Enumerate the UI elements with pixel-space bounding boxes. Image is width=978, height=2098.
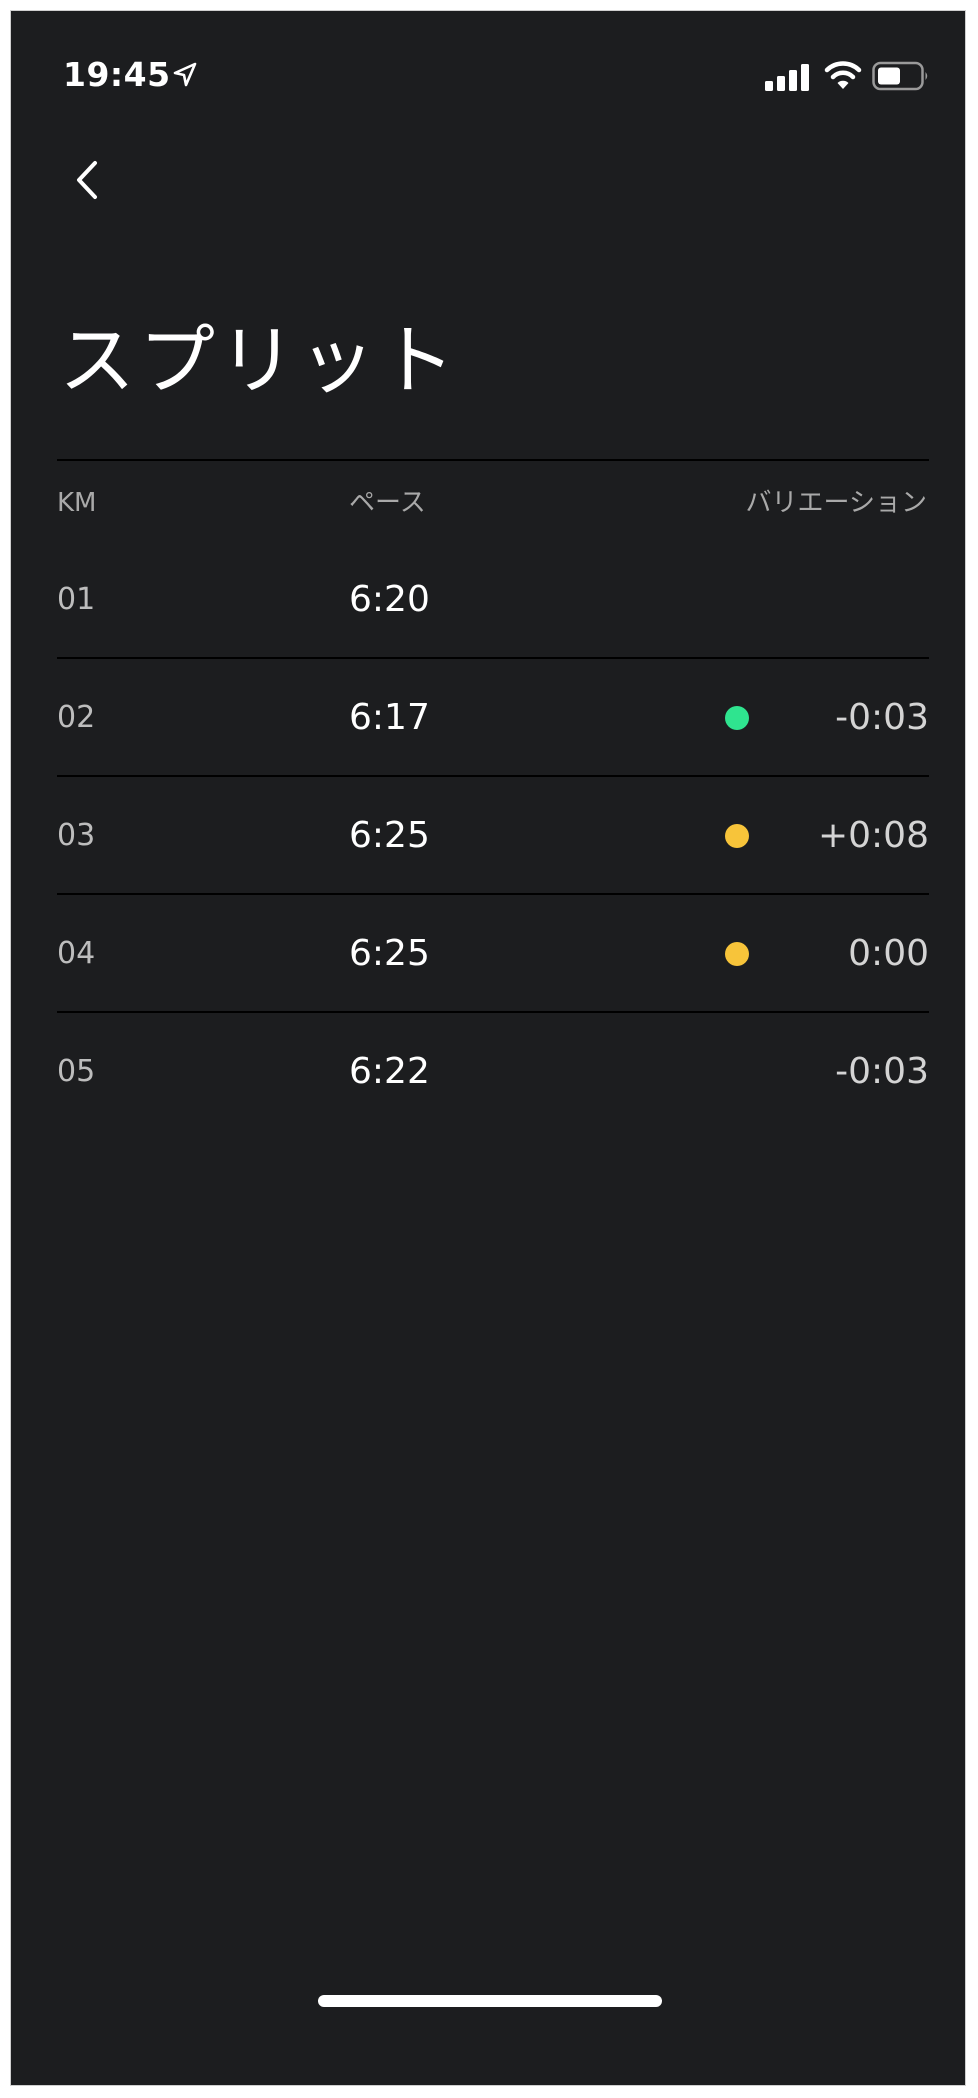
variation-cell: -0:03 — [835, 1051, 929, 1092]
pace-cell: 6:22 — [349, 1051, 430, 1092]
split-row: 04 6:25 0:00 — [57, 895, 929, 1013]
status-time: 19:45 — [63, 55, 171, 94]
column-header-km: KM — [57, 488, 97, 518]
cellular-signal-icon — [765, 64, 809, 91]
split-row: 03 6:25 +0:08 — [57, 777, 929, 895]
variation-indicator-dot — [725, 706, 749, 730]
column-header-pace: ペース — [349, 488, 426, 518]
split-row: 01 6:20 — [57, 541, 929, 659]
km-cell: 03 — [57, 818, 96, 853]
pace-cell: 6:17 — [349, 697, 430, 738]
page-title: スプリット — [59, 316, 459, 405]
variation-cell: -0:03 — [835, 697, 929, 738]
chevron-left-icon — [77, 161, 97, 199]
km-cell: 04 — [57, 936, 96, 971]
variation-indicator-dot — [725, 942, 749, 966]
variation-cell: +0:08 — [817, 815, 929, 856]
home-indicator[interactable] — [318, 1995, 662, 2007]
divider — [57, 459, 929, 461]
location-arrow-icon — [173, 62, 197, 87]
km-cell: 01 — [57, 582, 96, 617]
split-row: 02 6:17 -0:03 — [57, 659, 929, 777]
app-screen: 19:45 スプリット KM ペース バリエーション 01 6:20 02 6:… — [10, 10, 966, 2086]
variation-indicator-dot — [725, 824, 749, 848]
pace-cell: 6:25 — [349, 815, 430, 856]
battery-icon — [872, 61, 928, 91]
pace-cell: 6:20 — [349, 579, 430, 620]
km-cell: 02 — [57, 700, 96, 735]
wifi-icon — [824, 61, 862, 89]
split-row: 05 6:22 -0:03 — [57, 1013, 929, 1131]
pace-cell: 6:25 — [349, 933, 430, 974]
variation-cell: 0:00 — [848, 933, 929, 974]
column-header-variation: バリエーション — [745, 488, 927, 518]
back-button[interactable] — [65, 151, 117, 211]
km-cell: 05 — [57, 1054, 96, 1089]
